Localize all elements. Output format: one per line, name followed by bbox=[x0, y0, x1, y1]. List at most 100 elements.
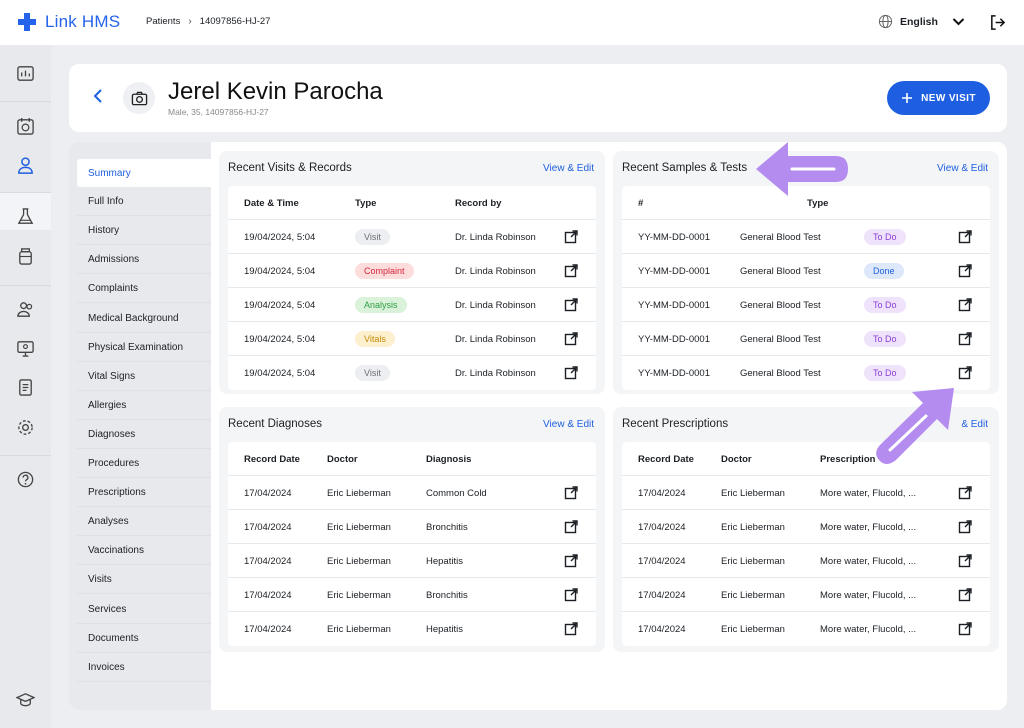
staff-group-icon[interactable] bbox=[16, 300, 35, 319]
status-badge: Complaint bbox=[355, 263, 414, 279]
table-row: YY-MM-DD-0001 General Blood Test To Do bbox=[622, 356, 990, 390]
test-type-cell: General Blood Test bbox=[740, 265, 821, 277]
breadcrumb-patients[interactable]: Patients bbox=[146, 16, 180, 27]
open-external-icon[interactable] bbox=[564, 298, 578, 312]
subnav-item[interactable]: Diagnoses bbox=[77, 421, 211, 449]
app-logo[interactable]: Link HMS bbox=[17, 12, 120, 32]
open-external-icon[interactable] bbox=[958, 264, 972, 278]
prescriptions-table: Record Date Doctor Prescription 17/04/2024 E… bbox=[622, 442, 990, 646]
rail-divider bbox=[0, 192, 51, 193]
subnav-item[interactable]: Admissions bbox=[77, 246, 211, 275]
table-row: 19/04/2024, 5:04 Complaint Dr. Linda Robin… bbox=[228, 254, 596, 288]
subnav-item[interactable]: Complaints bbox=[77, 275, 211, 304]
calendar-clock-icon[interactable] bbox=[16, 117, 35, 136]
date-cell: 17/04/2024 bbox=[244, 555, 292, 567]
visits-view-edit-link[interactable]: View & Edit bbox=[543, 163, 594, 174]
samples-view-edit-link[interactable]: View & Edit bbox=[937, 163, 988, 174]
subnav-item[interactable]: Analyses bbox=[77, 508, 211, 537]
subnav-item[interactable]: Physical Examination bbox=[77, 334, 211, 362]
badge-cell: Analysis bbox=[355, 288, 407, 322]
open-external-icon[interactable] bbox=[958, 622, 972, 636]
subnav-item[interactable]: Medical Background bbox=[77, 305, 211, 333]
date-cell: 19/04/2024, 5:04 bbox=[244, 333, 316, 345]
open-external-icon[interactable] bbox=[564, 366, 578, 380]
logout-icon[interactable] bbox=[989, 14, 1006, 31]
new-visit-button[interactable]: NEW VISIT bbox=[887, 81, 990, 115]
open-external-icon[interactable] bbox=[958, 230, 972, 244]
patient-user-icon[interactable] bbox=[16, 156, 35, 175]
visits-table: Date & Time Type Record by 19/04/2024, 5:04… bbox=[228, 186, 596, 390]
doctor-cell: Eric Lieberman bbox=[327, 487, 391, 499]
flask-icon[interactable] bbox=[16, 207, 35, 226]
status-badge: To Do bbox=[864, 297, 906, 313]
open-external-icon[interactable] bbox=[564, 230, 578, 244]
date-cell: 17/04/2024 bbox=[638, 521, 686, 533]
subnav-item[interactable]: Services bbox=[77, 596, 211, 624]
subnav-item[interactable]: Full Info bbox=[77, 188, 211, 217]
language-selector[interactable]: English bbox=[878, 14, 966, 29]
date-cell: 19/04/2024, 5:04 bbox=[244, 265, 316, 277]
open-external-icon[interactable] bbox=[564, 622, 578, 636]
badge-cell: Done bbox=[864, 254, 904, 288]
open-external-icon[interactable] bbox=[564, 332, 578, 346]
panel-title: Recent Samples & Tests bbox=[622, 162, 748, 174]
table-row: 17/04/2024 Eric Lieberman Bronchitis bbox=[228, 510, 596, 544]
open-external-icon[interactable] bbox=[958, 554, 972, 568]
open-external-icon[interactable] bbox=[564, 588, 578, 602]
table-row: YY-MM-DD-0001 General Blood Test Done bbox=[622, 254, 990, 288]
table-header: Record Date Doctor Prescription bbox=[622, 442, 990, 476]
table-row: 17/04/2024 Eric Lieberman Hepatitis bbox=[228, 544, 596, 578]
subnav-item[interactable]: Vital Signs bbox=[77, 363, 211, 391]
open-external-icon[interactable] bbox=[958, 588, 972, 602]
doctor-cell: Eric Lieberman bbox=[721, 521, 785, 533]
subnav-item[interactable]: Visits bbox=[77, 566, 211, 595]
subnav-item[interactable]: Allergies bbox=[77, 392, 211, 420]
dashboard-icon[interactable] bbox=[16, 64, 35, 83]
column-header: Doctor bbox=[721, 453, 752, 465]
doctor-cell: Eric Lieberman bbox=[721, 589, 785, 601]
open-external-icon[interactable] bbox=[564, 520, 578, 534]
prescriptions-view-edit-link[interactable]: & Edit bbox=[961, 419, 988, 430]
open-external-icon[interactable] bbox=[564, 486, 578, 500]
table-row: 17/04/2024 Eric Lieberman Hepatitis bbox=[228, 612, 596, 646]
open-external-icon[interactable] bbox=[958, 332, 972, 346]
open-external-icon[interactable] bbox=[958, 486, 972, 500]
diagnosis-cell: Common Cold bbox=[426, 487, 487, 499]
subnav-item[interactable]: Invoices bbox=[77, 654, 211, 682]
subnav-item[interactable]: Summary bbox=[77, 159, 211, 187]
graduation-cap-icon[interactable] bbox=[15, 690, 36, 709]
subnav-item[interactable]: Vaccinations bbox=[77, 537, 211, 566]
gear-icon[interactable] bbox=[16, 418, 35, 437]
subnav-item[interactable]: History bbox=[77, 217, 211, 246]
table-row: 19/04/2024, 5:04 Analysis Dr. Linda Robins… bbox=[228, 288, 596, 322]
badge-cell: To Do bbox=[864, 356, 906, 390]
status-badge: Visit bbox=[355, 365, 390, 381]
diagnoses-table: Record Date Doctor Diagnosis 17/04/2024 Eric… bbox=[228, 442, 596, 646]
date-cell: 17/04/2024 bbox=[638, 487, 686, 499]
record-by-cell: Dr. Linda Robinson bbox=[455, 265, 536, 277]
doctor-cell: Eric Lieberman bbox=[327, 623, 391, 635]
report-icon[interactable] bbox=[16, 378, 35, 397]
open-external-icon[interactable] bbox=[958, 298, 972, 312]
medicine-bottle-icon[interactable] bbox=[16, 247, 35, 266]
monitor-user-icon[interactable] bbox=[16, 339, 35, 358]
subnav-item[interactable]: Prescriptions bbox=[77, 479, 211, 508]
open-external-icon[interactable] bbox=[958, 366, 972, 380]
table-header: Record Date Doctor Diagnosis bbox=[228, 442, 596, 476]
diagnoses-view-edit-link[interactable]: View & Edit bbox=[543, 419, 594, 430]
date-cell: 17/04/2024 bbox=[638, 589, 686, 601]
help-icon[interactable] bbox=[16, 470, 35, 489]
record-by-cell: Dr. Linda Robinson bbox=[455, 299, 536, 311]
date-cell: 17/04/2024 bbox=[244, 623, 292, 635]
subnav-item[interactable]: Procedures bbox=[77, 450, 211, 478]
open-external-icon[interactable] bbox=[564, 264, 578, 278]
test-type-cell: General Blood Test bbox=[740, 333, 821, 345]
back-arrow-icon[interactable] bbox=[91, 88, 107, 104]
open-external-icon[interactable] bbox=[564, 554, 578, 568]
status-badge: To Do bbox=[864, 365, 906, 381]
avatar-camera[interactable] bbox=[123, 82, 155, 114]
test-type-cell: General Blood Test bbox=[740, 299, 821, 311]
open-external-icon[interactable] bbox=[958, 520, 972, 534]
chevron-down-icon bbox=[952, 18, 965, 26]
subnav-item[interactable]: Documents bbox=[77, 625, 211, 653]
